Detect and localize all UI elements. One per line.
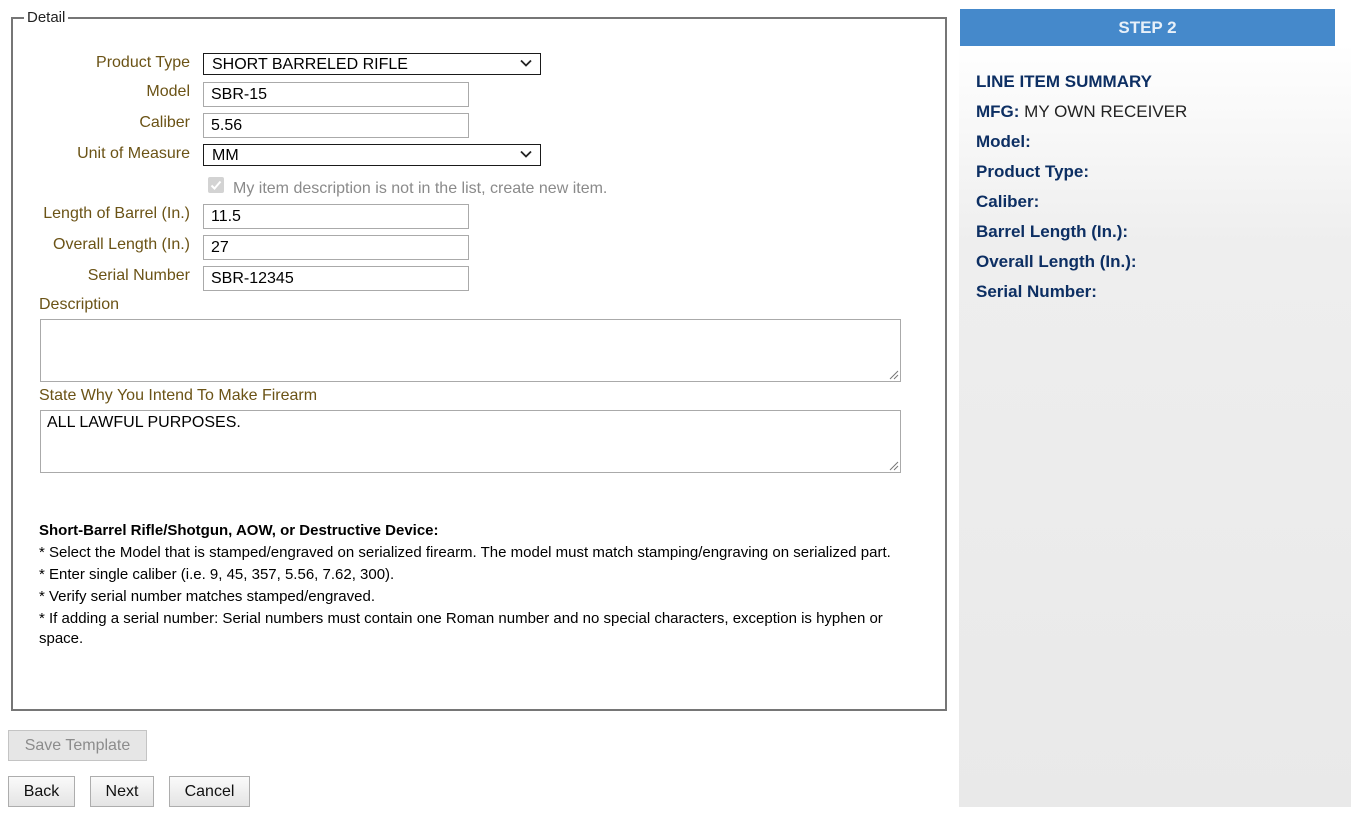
step-header: STEP 2: [960, 9, 1335, 46]
chevron-down-icon: [520, 59, 532, 67]
model-input[interactable]: SBR-15: [203, 82, 469, 107]
summary-row-mfg: MFG: MY OWN RECEIVER: [976, 102, 1187, 122]
product-type-select[interactable]: SHORT BARRELED RIFLE: [203, 53, 541, 75]
product-type-value: SHORT BARRELED RIFLE: [212, 56, 408, 73]
intent-textarea[interactable]: ALL LAWFUL PURPOSES.: [40, 410, 901, 473]
summary-row-serial-number: Serial Number:: [976, 282, 1097, 302]
unit-of-measure-select[interactable]: MM: [203, 144, 541, 166]
note-item: * Select the Model that is stamped/engra…: [39, 544, 891, 561]
summary-row-overall-length: Overall Length (In.):: [976, 252, 1137, 272]
create-new-item-checkbox[interactable]: [208, 177, 224, 193]
intent-label: State Why You Intend To Make Firearm: [39, 387, 318, 404]
summary-label: Overall Length (In.):: [976, 252, 1137, 271]
description-textarea[interactable]: [40, 319, 901, 382]
caliber-label: Caliber: [139, 114, 190, 131]
unit-of-measure-value: MM: [212, 147, 239, 164]
overall-length-input[interactable]: 27: [203, 235, 469, 260]
next-button[interactable]: Next: [90, 776, 154, 807]
note-item: * Enter single caliber (i.e. 9, 45, 357,…: [39, 566, 395, 583]
create-new-item-label: My item description is not in the list, …: [233, 180, 608, 197]
summary-label: Serial Number:: [976, 282, 1097, 301]
serial-number-value: SBR-12345: [211, 270, 294, 287]
save-template-button[interactable]: Save Template: [8, 730, 147, 761]
caliber-input[interactable]: 5.56: [203, 113, 469, 138]
cancel-button[interactable]: Cancel: [169, 776, 250, 807]
product-type-label: Product Type: [96, 54, 190, 71]
instructions-notes: Short-Barrel Rifle/Shotgun, AOW, or Dest…: [39, 521, 909, 651]
description-label: Description: [39, 296, 120, 313]
summary-title: LINE ITEM SUMMARY: [976, 72, 1152, 91]
model-value: SBR-15: [211, 86, 268, 103]
overall-length-label: Overall Length (In.): [53, 236, 190, 253]
summary-label: Caliber:: [976, 192, 1040, 211]
summary-row-product-type: Product Type:: [976, 162, 1089, 182]
resize-grip-icon[interactable]: [887, 459, 899, 471]
resize-grip-icon[interactable]: [887, 368, 899, 380]
summary-row-model: Model:: [976, 132, 1031, 152]
summary-label: Barrel Length (In.):: [976, 222, 1129, 241]
chevron-down-icon: [520, 150, 532, 158]
checkmark-icon: [210, 180, 222, 190]
serial-number-label: Serial Number: [87, 267, 190, 284]
note-item: * Verify serial number matches stamped/e…: [39, 588, 375, 605]
detail-legend: Detail: [24, 9, 69, 26]
line-item-summary-panel: [959, 44, 1351, 807]
serial-number-input[interactable]: SBR-12345: [203, 266, 469, 291]
back-button[interactable]: Back: [8, 776, 75, 807]
barrel-length-input[interactable]: 11.5: [203, 204, 469, 229]
caliber-value: 5.56: [211, 117, 243, 134]
overall-length-value: 27: [211, 239, 229, 256]
summary-label: MFG:: [976, 102, 1020, 121]
summary-row-caliber: Caliber:: [976, 192, 1039, 212]
note-item: * If adding a serial number: Serial numb…: [39, 610, 883, 647]
notes-title: Short-Barrel Rifle/Shotgun, AOW, or Dest…: [39, 522, 439, 539]
summary-row-barrel-length: Barrel Length (In.):: [976, 222, 1128, 242]
unit-of-measure-label: Unit of Measure: [77, 145, 190, 162]
barrel-length-value: 11.5: [211, 208, 241, 225]
summary-label: Product Type:: [976, 162, 1090, 181]
intent-value: ALL LAWFUL PURPOSES.: [47, 414, 241, 431]
summary-value: MY OWN RECEIVER: [1024, 102, 1188, 121]
summary-label: Model:: [976, 132, 1031, 151]
model-label: Model: [146, 83, 190, 100]
barrel-length-label: Length of Barrel (In.): [43, 205, 190, 222]
